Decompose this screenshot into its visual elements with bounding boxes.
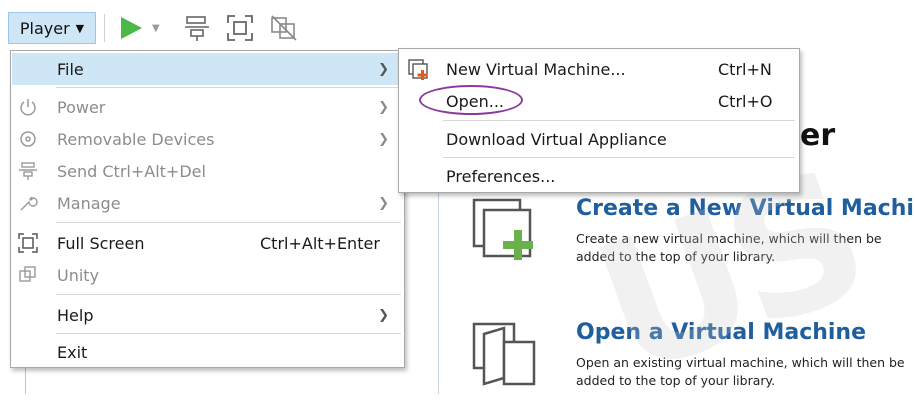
player-label: Player [19,18,70,38]
send-ctrl-alt-del-button[interactable] [183,14,211,42]
menu-item-exit[interactable]: Exit [12,336,403,368]
menu-separator [56,87,401,88]
submenu-item-preferences[interactable]: Preferences... [400,160,798,192]
menu-item-removable-devices[interactable]: Removable Devices ❯ [12,123,403,155]
toolbar-separator [104,14,105,42]
new-vm-shortcut: Ctrl+N [718,59,772,79]
dropdown-icon: ▼ [152,22,160,34]
menu-item-send-ctrl-alt-del[interactable]: Send Ctrl+Alt+Del [12,155,403,187]
open-vm-icon [472,322,536,386]
open-vm-description: Open an existing virtual machine, which … [576,355,905,388]
toolbar: Player ▼ ▼ [0,0,915,52]
power-dropdown-button[interactable]: ▼ [152,14,160,42]
full-screen-icon [18,233,38,253]
open-shortcut: Ctrl+O [718,91,773,111]
submenu-separator [443,120,795,121]
full-screen-icon [227,15,253,41]
play-icon [121,17,142,39]
new-vm-icon [472,198,533,260]
chevron-right-icon: ❯ [378,99,389,115]
play-button[interactable] [118,14,144,42]
chevron-right-icon: ❯ [378,307,389,323]
unity-button[interactable] [270,14,298,42]
new-vm-icon [408,59,428,80]
unity-icon [271,15,297,41]
menu-separator [56,222,401,223]
chevron-right-icon: ❯ [378,61,389,77]
open-vm-title[interactable]: Open a Virtual Machine [576,320,866,345]
power-icon [20,99,36,116]
create-vm-title[interactable]: Create a New Virtual Machine [576,196,915,221]
menu-separator [56,294,401,295]
chevron-down-icon: ▼ [75,21,85,35]
submenu-separator [443,157,795,158]
disc-icon [20,131,36,147]
open-highlight-annotation [419,85,523,115]
menu-item-manage[interactable]: Manage ❯ [12,187,403,219]
chevron-right-icon: ❯ [378,195,389,211]
send-ctrl-alt-del-icon [185,16,209,41]
chevron-right-icon: ❯ [378,131,389,147]
home-title-fragment: er [800,118,836,153]
menu-item-help[interactable]: Help ❯ [12,299,403,331]
menu-item-full-screen[interactable]: Full Screen Ctrl+Alt+Enter [12,227,403,259]
wrench-icon [20,196,38,211]
submenu-item-download-virtual-appliance[interactable]: Download Virtual Appliance [400,123,798,155]
player-menu-button[interactable]: Player ▼ [8,12,96,44]
send-keys-icon [19,162,37,180]
submenu-item-new-virtual-machine[interactable]: New Virtual Machine... Ctrl+N [400,53,798,85]
full-screen-shortcut: Ctrl+Alt+Enter [260,233,380,253]
file-submenu: New Virtual Machine... Ctrl+N Open... Ct… [398,48,800,193]
menu-item-unity[interactable]: Unity [12,259,403,291]
create-vm-description: Create a new virtual machine, which will… [576,231,882,264]
full-screen-button[interactable] [226,14,254,42]
player-menu: File ❯ Power ❯ Removable Devices ❯ Send … [10,50,405,368]
unity-icon [19,266,36,282]
menu-item-power[interactable]: Power ❯ [12,91,403,123]
menu-item-file[interactable]: File ❯ [12,53,403,85]
menu-separator [56,333,401,334]
